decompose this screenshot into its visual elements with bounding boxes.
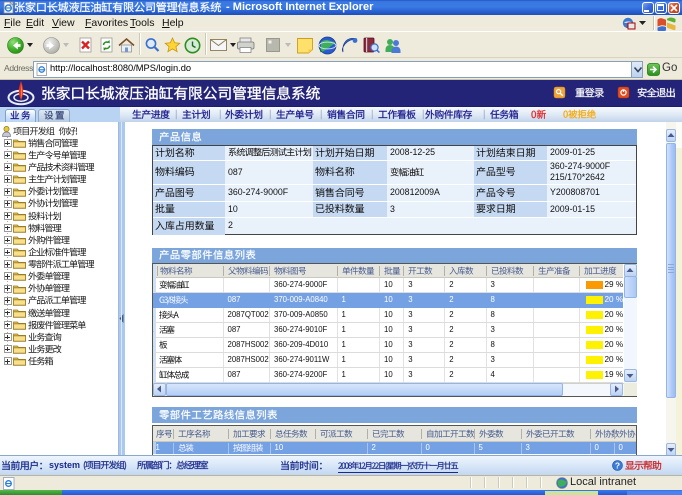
- svg-text:?: ?: [615, 460, 620, 470]
